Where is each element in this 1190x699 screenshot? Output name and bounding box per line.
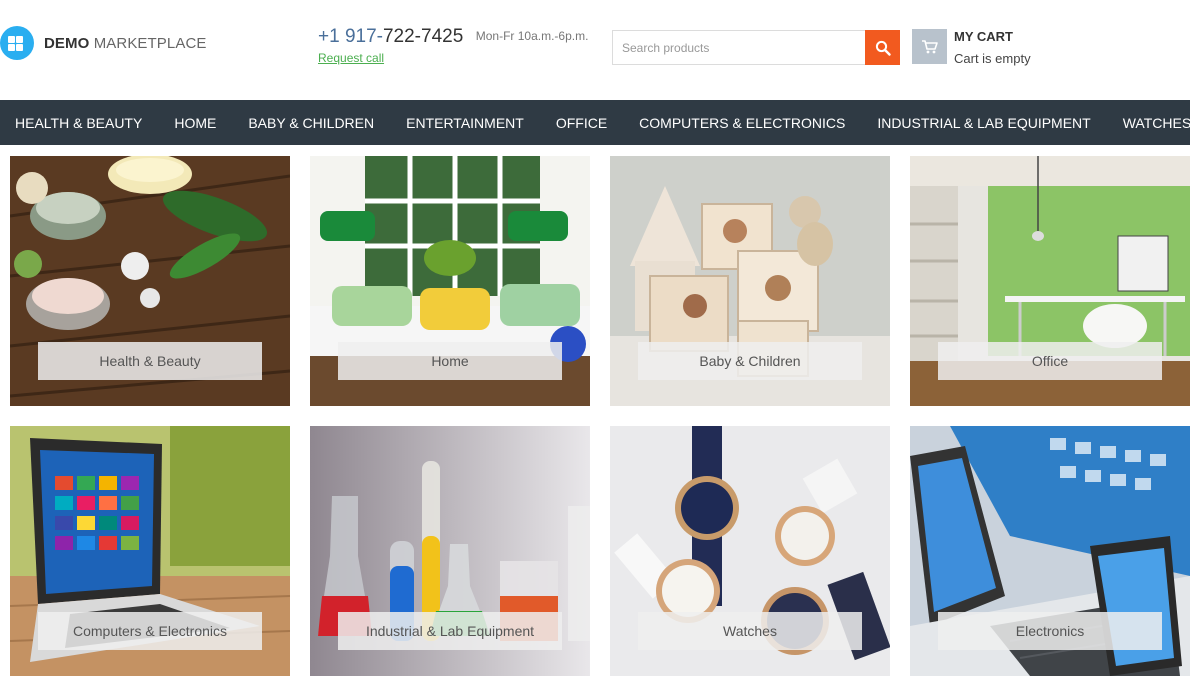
cart-summary: MY CART Cart is empty: [954, 29, 1031, 66]
business-hours: Mon-Fr 10a.m.-6p.m.: [475, 29, 589, 43]
phone-prefix: +1 917-: [318, 26, 383, 47]
logo-icon: [0, 26, 34, 60]
search-bar: [612, 30, 900, 65]
nav-item-computers-electronics[interactable]: COMPUTERS & ELECTRONICS: [623, 115, 861, 131]
category-tile-office[interactable]: Office: [910, 156, 1190, 406]
category-label: Home: [338, 342, 562, 380]
category-tile-health-beauty[interactable]: Health & Beauty: [10, 156, 290, 406]
category-tile-watches[interactable]: Watches: [610, 426, 890, 676]
request-call-link[interactable]: Request call: [318, 51, 588, 65]
phone-number: +1 917-722-7425: [318, 26, 463, 47]
nav-item-baby-children[interactable]: BABY & CHILDREN: [232, 115, 390, 131]
category-label: Electronics: [938, 612, 1162, 650]
site-header: DEMO MARKETPLACE +1 917-722-7425 Mon-Fr …: [0, 0, 1190, 100]
category-tile-industrial-lab[interactable]: Industrial & Lab Equipment: [310, 426, 590, 676]
category-label: Baby & Children: [638, 342, 862, 380]
brand-logo[interactable]: DEMO MARKETPLACE: [0, 26, 206, 60]
brand-name-bold: DEMO: [44, 34, 90, 52]
cart-icon: [921, 39, 938, 53]
phone-rest: 722-7425: [382, 26, 464, 47]
nav-item-watches[interactable]: WATCHES: [1107, 115, 1190, 131]
nav-item-office[interactable]: OFFICE: [540, 115, 623, 131]
search-button[interactable]: [865, 30, 900, 65]
cart-button[interactable]: [912, 29, 947, 64]
category-label: Watches: [638, 612, 862, 650]
brand-name-rest: MARKETPLACE: [93, 34, 207, 52]
search-icon: [875, 40, 891, 56]
cart-status: Cart is empty: [954, 51, 1031, 66]
cart-title: MY CART: [954, 29, 1013, 44]
main-navigation: HEALTH & BEAUTY HOME BABY & CHILDREN ENT…: [0, 100, 1190, 145]
mini-cart[interactable]: MY CART Cart is empty: [912, 29, 1031, 66]
category-tile-baby-children[interactable]: Baby & Children: [610, 156, 890, 406]
category-label: Industrial & Lab Equipment: [338, 612, 562, 650]
category-label: Office: [938, 342, 1162, 380]
category-tile-electronics[interactable]: Electronics: [910, 426, 1190, 676]
category-tile-home[interactable]: Home: [310, 156, 590, 406]
nav-item-industrial-lab[interactable]: INDUSTRIAL & LAB EQUIPMENT: [861, 115, 1106, 131]
nav-item-entertainment[interactable]: ENTERTAINMENT: [390, 115, 540, 131]
nav-item-home[interactable]: HOME: [158, 115, 232, 131]
category-label: Computers & Electronics: [38, 612, 262, 650]
contact-block: +1 917-722-7425 Mon-Fr 10a.m.-6p.m. Requ…: [318, 26, 588, 65]
category-tile-computers-electronics[interactable]: Computers & Electronics: [10, 426, 290, 676]
brand-name: DEMO MARKETPLACE: [44, 35, 206, 52]
nav-item-health-beauty[interactable]: HEALTH & BEAUTY: [0, 115, 158, 131]
search-input[interactable]: [612, 30, 865, 65]
category-label: Health & Beauty: [38, 342, 262, 380]
